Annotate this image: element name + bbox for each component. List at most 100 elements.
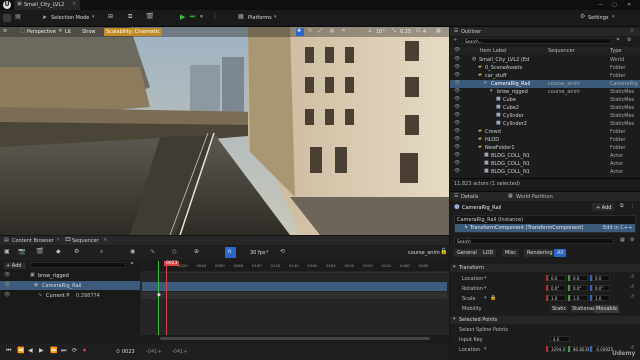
location-x[interactable]: 0.0 — [548, 275, 566, 281]
scale-y[interactable]: 1.0 — [570, 295, 588, 301]
save-icon[interactable]: ▣ — [4, 249, 10, 255]
scrollbar-thumb[interactable] — [160, 337, 430, 340]
close-icon[interactable]: × — [103, 238, 107, 243]
rotation-z[interactable]: 0.0° — [592, 285, 610, 291]
layout-icon[interactable]: ▦ — [436, 29, 441, 34]
blueprint-icon[interactable]: ⧉ — [128, 14, 132, 20]
eye-icon[interactable]: ◉ — [130, 249, 135, 255]
select-mode-dropdown[interactable]: Selection Mode — [51, 15, 89, 21]
property-matrix-icon[interactable]: ▦ — [620, 238, 625, 243]
sequencer-tab[interactable]: Sequencer — [72, 238, 99, 244]
key-icon[interactable]: ◆ — [56, 249, 61, 255]
keyframe-icon[interactable]: ◇ — [172, 249, 177, 255]
chevron-down-icon[interactable]: ▾ — [484, 296, 487, 301]
scale-icon[interactable]: ⤢ — [318, 29, 322, 34]
track-value[interactable]: 0.398774 — [76, 293, 100, 299]
minimize-button[interactable]: — — [598, 2, 603, 8]
filter-chip-lod[interactable]: LOD — [480, 249, 497, 257]
chevron-down-icon[interactable]: ▾ — [484, 276, 487, 281]
reset-icon[interactable]: ↺ — [630, 285, 634, 290]
mobility-movable[interactable]: Movable — [594, 305, 620, 313]
filter-chip-rendering[interactable]: Rendering — [524, 249, 556, 257]
visibility-eye-icon[interactable]: 👁 — [454, 145, 460, 150]
close-icon[interactable]: × — [56, 238, 60, 243]
visibility-eye-icon[interactable]: 👁 — [454, 137, 460, 142]
blueprint-icon[interactable]: ⧉ — [620, 204, 624, 209]
world-partition-tab[interactable]: World Partition — [516, 194, 553, 200]
transform-section-header[interactable]: Transform — [459, 265, 484, 271]
more-icon[interactable]: ⋮ — [630, 204, 635, 209]
edit-in-cpp-link[interactable]: Edit in C++ — [603, 225, 632, 231]
track-visibility-icon[interactable]: 👁 — [4, 283, 10, 288]
platforms-menu[interactable]: Platforms — [248, 15, 272, 21]
perspective-button[interactable]: Perspective — [27, 29, 56, 35]
loop-icon[interactable]: ⟲ — [280, 249, 285, 255]
instance-row[interactable]: CameraRig_Rail (Instance) — [457, 217, 523, 223]
fast-forward-icon[interactable]: ⏩ — [50, 348, 57, 354]
track-search-input[interactable] — [30, 262, 126, 268]
transform-component-row[interactable]: TransformComponent (TransformComponent) — [470, 225, 583, 231]
visibility-eye-icon[interactable]: 👁 — [454, 161, 460, 166]
chevron-down-icon[interactable]: ▾ — [453, 265, 456, 270]
point-location-z[interactable]: -0.00825 — [592, 346, 613, 352]
track-visibility-icon[interactable]: 👁 — [4, 273, 10, 278]
view-start-time[interactable]: -041+ — [146, 349, 162, 355]
add-folder-icon[interactable]: + — [453, 38, 457, 43]
scale-z[interactable]: 1.0 — [592, 295, 610, 301]
cinematics-icon[interactable]: 🎬 — [146, 14, 153, 20]
add-component-button[interactable]: + Add — [596, 205, 611, 211]
scalability-badge[interactable]: Scalability: Cinematic — [104, 28, 162, 36]
play-icon[interactable]: ▶ — [180, 14, 185, 21]
outliner-search-input[interactable]: Search... — [462, 38, 612, 44]
visibility-eye-icon[interactable]: 👁 — [454, 73, 460, 78]
visibility-eye-icon[interactable]: 👁 — [454, 81, 460, 86]
advance-frame-icon[interactable]: ⏭ — [190, 14, 195, 20]
filter-chip-all[interactable]: All — [554, 249, 567, 257]
jump-end-icon[interactable]: ⏭ — [61, 348, 66, 354]
world-icon[interactable]: ◍ — [330, 29, 334, 34]
step-back-icon[interactable]: ◀ — [28, 348, 33, 354]
track-visibility-icon[interactable]: 👁 — [4, 293, 10, 298]
maximize-button[interactable]: ▢ — [612, 2, 617, 8]
mobility-static[interactable]: Static — [550, 305, 569, 313]
level-viewport[interactable]: ≡ ⬚ Perspective ☀ Lit Show Scalability: … — [0, 27, 449, 235]
close-tab-icon[interactable]: × — [72, 2, 76, 7]
play-icon[interactable]: ▶ — [39, 348, 44, 354]
filter-icon[interactable]: ⏷ — [130, 262, 134, 267]
camera-icon[interactable]: 📷 — [18, 249, 25, 255]
visibility-eye-icon[interactable]: 👁 — [454, 153, 460, 158]
hamburger-icon[interactable]: ≡ — [3, 29, 7, 34]
visibility-eye-icon[interactable]: 👁 — [454, 97, 460, 102]
visibility-eye-icon[interactable]: 👁 — [454, 113, 460, 118]
playhead-frame[interactable]: 0023 — [164, 261, 180, 266]
track-name[interactable]: Current P — [46, 293, 69, 299]
sequencer-column[interactable]: Sequencer — [548, 48, 575, 54]
visibility-eye-icon[interactable]: 👁 — [454, 129, 460, 134]
visibility-eye-icon[interactable]: 👁 — [454, 169, 460, 174]
curve-icon[interactable]: ∿ — [150, 249, 155, 255]
content-icon[interactable]: ▤ — [14, 14, 22, 22]
visibility-eye-icon[interactable]: 👁 — [454, 57, 460, 62]
content-browser-tab[interactable]: Content Browser — [12, 238, 54, 244]
outliner-tab[interactable]: Outliner — [461, 29, 481, 35]
camera-rig-section[interactable] — [142, 282, 447, 291]
track-name[interactable]: CameraRig_Rail — [42, 283, 81, 289]
playhead-line[interactable] — [166, 261, 167, 335]
timeline-ruler[interactable]: 0020 0040 0060 0080 0100 0120 0140 0160 0180 0200… — [140, 261, 449, 271]
close-window-button[interactable]: ✕ — [627, 2, 631, 8]
details-search-input[interactable]: Search — [454, 238, 614, 244]
working-start-time[interactable]: -041+ — [172, 349, 188, 355]
scale-x[interactable]: 1.0 — [548, 295, 566, 301]
location-y[interactable]: 0.0 — [570, 275, 588, 281]
point-location-x[interactable]: 3294.0 — [548, 346, 566, 352]
rotation-y[interactable]: 0.0° — [570, 285, 588, 291]
current-frame-display[interactable]: 0023 — [122, 349, 135, 355]
surface-snap-icon[interactable]: ⌗ — [342, 29, 345, 34]
filter-chip-general[interactable]: General — [454, 249, 480, 257]
gear-icon[interactable]: ⚙ — [630, 238, 634, 243]
filter-chip-misc[interactable]: Misc — [502, 249, 520, 257]
lock-icon[interactable]: 🔓 — [440, 249, 447, 255]
jump-start-icon[interactable]: ⏮ — [6, 348, 11, 354]
pause-icon[interactable]: ⏸ — [200, 14, 203, 20]
loop-icon[interactable]: ⟳ — [72, 348, 77, 354]
